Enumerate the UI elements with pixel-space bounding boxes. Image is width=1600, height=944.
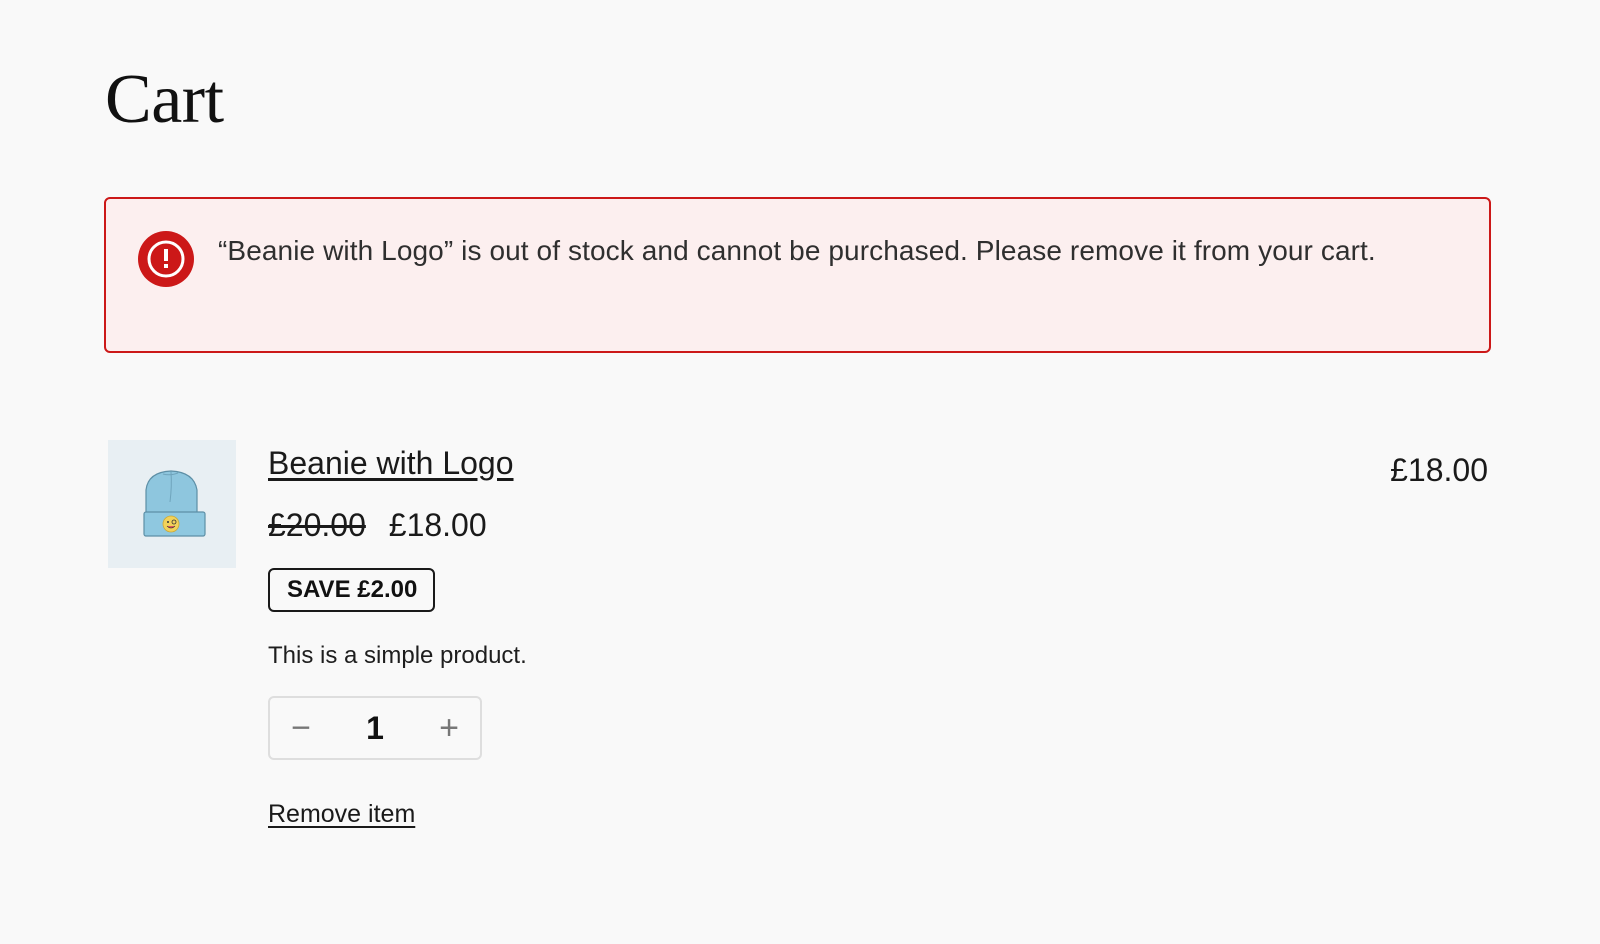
notice-message: “Beanie with Logo” is out of stock and c… bbox=[218, 235, 1376, 266]
sale-price: £18.00 bbox=[388, 507, 487, 543]
increase-quantity-button[interactable]: + bbox=[418, 698, 480, 758]
product-thumbnail[interactable] bbox=[108, 440, 236, 568]
decrease-quantity-button[interactable]: − bbox=[270, 698, 332, 758]
cart-item: Beanie with Logo £20.00 £18.00 SAVE £2.0… bbox=[108, 440, 1488, 860]
quantity-stepper: − 1 + bbox=[268, 696, 482, 760]
product-name-link[interactable]: Beanie with Logo bbox=[268, 443, 514, 483]
product-description: This is a simple product. bbox=[268, 642, 527, 669]
alert-circle-icon bbox=[138, 231, 194, 287]
line-total: £18.00 bbox=[1390, 452, 1488, 488]
page-title: Cart bbox=[105, 61, 224, 138]
regular-price: £20.00 bbox=[268, 507, 366, 543]
item-prices: £20.00 £18.00 bbox=[268, 505, 527, 545]
beanie-image bbox=[108, 440, 236, 568]
save-badge: SAVE £2.00 bbox=[268, 568, 436, 612]
item-details: Beanie with Logo £20.00 £18.00 SAVE £2.0… bbox=[268, 440, 527, 830]
quantity-input[interactable]: 1 bbox=[340, 710, 410, 747]
remove-item-link[interactable]: Remove item bbox=[268, 798, 415, 830]
error-notice: “Beanie with Logo” is out of stock and c… bbox=[104, 197, 1491, 353]
